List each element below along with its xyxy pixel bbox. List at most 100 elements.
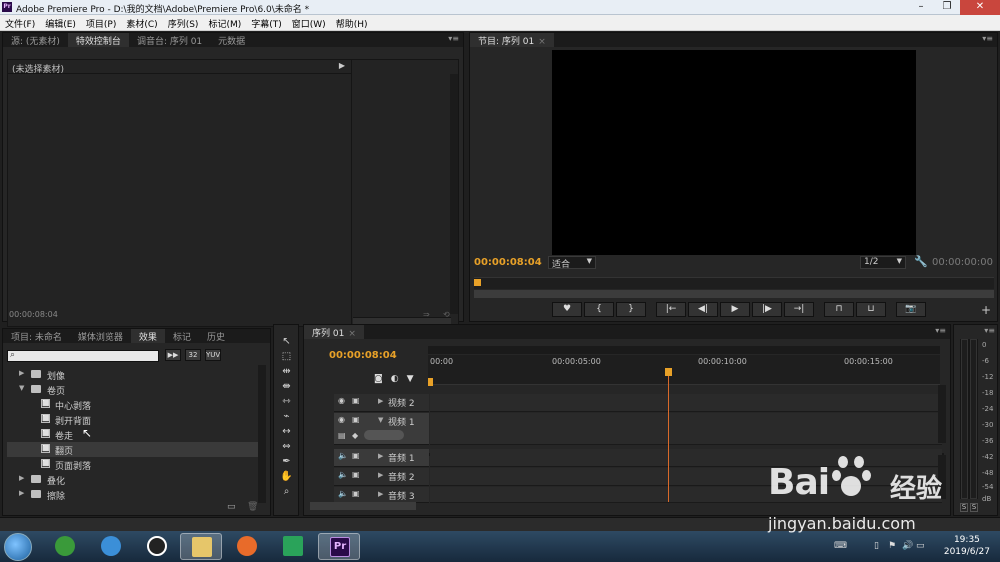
accelerated-effects-button[interactable]: ▶▶ (165, 349, 181, 361)
track-area-video-2[interactable] (430, 394, 942, 412)
eye-icon[interactable]: ◉ (338, 396, 345, 405)
maximize-button[interactable]: ❐ (934, 0, 960, 15)
taskbar-media-player[interactable] (272, 533, 314, 560)
menu-window[interactable]: 窗口(W) (287, 15, 331, 30)
tab-source[interactable]: 源: (无素材) (3, 33, 68, 47)
keyboard-icon[interactable]: ⌨ (834, 541, 847, 551)
minimize-button[interactable]: – (908, 0, 934, 15)
delete-icon[interactable]: 🗑 (247, 502, 258, 512)
effect-controls-divider[interactable] (351, 60, 352, 328)
tree-effect-page-turn[interactable]: ⬜ 翻页 (7, 442, 259, 457)
tree-effect-center-peel[interactable]: ⬜ 中心剥落 (7, 397, 259, 412)
wrench-icon[interactable]: 🔧 (914, 255, 928, 268)
menu-clip[interactable]: 素材(C) (121, 15, 162, 30)
ime-icon[interactable]: ▭ (916, 541, 925, 551)
add-marker-button[interactable]: ♥ (552, 302, 582, 317)
video-tracks-vscroll[interactable] (938, 385, 946, 443)
program-panel-menu-icon[interactable]: ▾≡ (982, 34, 993, 43)
set-marker-icon[interactable]: ▼ (407, 374, 414, 384)
ripple-edit-tool-icon[interactable]: ⇹ (278, 365, 295, 379)
step-back-button[interactable]: ◀| (688, 302, 718, 317)
panel-menu-icon[interactable]: ▾≡ (448, 34, 459, 43)
meter-panel-menu-icon[interactable]: ▾≡ (984, 326, 995, 335)
effect-controls-vscroll[interactable] (450, 74, 458, 314)
collapse-triangle-icon[interactable]: ▼ (378, 416, 383, 424)
close-button[interactable]: ✕ (960, 0, 1000, 15)
expand-triangle-icon[interactable]: ▶ (19, 474, 24, 482)
track-header-audio-3[interactable]: 🔈 ▣ ▶ 音频 3 (334, 487, 429, 503)
taskbar-qq[interactable] (136, 533, 178, 560)
expand-arrow-icon[interactable]: ▶ (339, 61, 345, 70)
taskbar-firefox[interactable] (226, 533, 268, 560)
tab-metadata[interactable]: 元数据 (210, 33, 253, 47)
phone-icon[interactable]: ▯ (874, 541, 879, 551)
timeline-zoom-scrollbar[interactable] (428, 346, 940, 354)
play-button[interactable]: ▶ (720, 302, 750, 317)
tree-effect-roll-away[interactable]: ⬜ 卷走 (7, 427, 259, 442)
program-video-frame[interactable] (552, 50, 916, 255)
tab-effect-controls[interactable]: 特效控制台 (67, 33, 129, 47)
tab-sequence[interactable]: 序列 01 × (304, 325, 364, 339)
menu-help[interactable]: 帮助(H) (331, 15, 373, 30)
lock-icon[interactable]: ▣ (352, 470, 360, 479)
start-button[interactable] (4, 533, 32, 561)
tab-effects[interactable]: 效果 (130, 329, 165, 343)
taskbar-360-browser[interactable] (44, 533, 86, 560)
go-to-out-button[interactable]: →| (784, 302, 814, 317)
set-encore-marker-icon[interactable]: ◐ (391, 374, 399, 384)
tab-program[interactable]: 节目: 序列 01 × (470, 33, 554, 47)
tree-folder-iris[interactable]: ▶ 划像 (7, 367, 259, 382)
zoom-tool-icon[interactable]: ⌕ (278, 485, 295, 499)
export-frame-button[interactable]: 📷 (896, 302, 926, 317)
menu-file[interactable]: 文件(F) (0, 15, 40, 30)
keyframe-navigator[interactable] (364, 430, 404, 440)
tree-folder-page-peel[interactable]: ▼ 卷页 (7, 382, 259, 397)
selection-tool-icon[interactable]: ↖ (278, 335, 295, 349)
tree-effect-peel-back[interactable]: ⬜ 剥开背面 (7, 412, 259, 427)
speaker-icon[interactable]: 🔈 (338, 489, 348, 498)
menu-title[interactable]: 字幕(T) (246, 15, 287, 30)
expand-triangle-icon[interactable]: ▶ (19, 489, 24, 497)
lock-icon[interactable]: ▣ (352, 451, 360, 460)
slip-tool-icon[interactable]: ↔ (278, 425, 295, 439)
speaker-icon[interactable]: 🔈 (338, 451, 348, 460)
tab-project[interactable]: 项目: 未命名 (3, 329, 70, 343)
rolling-edit-tool-icon[interactable]: ⇼ (278, 380, 295, 394)
expand-triangle-icon[interactable]: ▶ (378, 452, 383, 460)
lift-button[interactable]: ⊓ (824, 302, 854, 317)
tree-folder-wipe[interactable]: ▶ 擦除 (7, 487, 259, 502)
lock-icon[interactable]: ▣ (352, 489, 360, 498)
track-header-audio-2[interactable]: 🔈 ▣ ▶ 音频 2 (334, 468, 429, 486)
hand-tool-icon[interactable]: ✋ (278, 470, 295, 484)
tree-effect-page-peel[interactable]: ⬜ 页面剥落 (7, 457, 259, 472)
new-bin-icon[interactable]: ▭ (227, 502, 236, 512)
tab-media-browser[interactable]: 媒体浏览器 (70, 329, 131, 343)
taskbar-explorer[interactable] (180, 533, 222, 560)
tree-folder-dissolve[interactable]: ▶ 叠化 (7, 472, 259, 487)
menu-sequence[interactable]: 序列(S) (163, 15, 204, 30)
expand-triangle-icon[interactable]: ▶ (19, 369, 24, 377)
menu-edit[interactable]: 编辑(E) (40, 15, 81, 30)
track-header-video-1[interactable]: ◉ ▣ ▼ 视频 1 ▤ ◆ (334, 413, 429, 445)
rate-stretch-tool-icon[interactable]: ⇿ (278, 395, 295, 409)
snap-icon[interactable]: ◙ (374, 374, 383, 384)
mark-out-button[interactable]: } (616, 302, 646, 317)
slide-tool-icon[interactable]: ⇔ (278, 440, 295, 454)
lock-icon[interactable]: ▣ (352, 415, 360, 424)
program-zoom-scrollbar[interactable] (474, 290, 994, 298)
flag-icon[interactable]: ⚑ (888, 541, 896, 551)
program-time-ruler[interactable] (474, 277, 994, 289)
display-style-icon[interactable]: ▤ (338, 431, 346, 440)
taskbar-premiere[interactable]: Pr (318, 533, 360, 560)
mark-in-button[interactable]: { (584, 302, 614, 317)
tab-audio-mixer[interactable]: 调音台: 序列 01 (129, 33, 210, 47)
tab-markers[interactable]: 标记 (165, 329, 199, 343)
go-to-in-button[interactable]: |← (656, 302, 686, 317)
menu-marker[interactable]: 标记(M) (203, 15, 246, 30)
timeline-hscroll[interactable] (310, 502, 416, 510)
eye-icon[interactable]: ◉ (338, 415, 345, 424)
close-tab-icon[interactable]: × (538, 37, 546, 47)
timeline-ruler[interactable]: 00:00 00:00:05:00 00:00:10:00 00:00:15:0… (428, 355, 940, 385)
loop-icon[interactable]: ⟲ (443, 310, 450, 319)
program-timecode[interactable]: 00:00:08:04 (474, 257, 542, 268)
